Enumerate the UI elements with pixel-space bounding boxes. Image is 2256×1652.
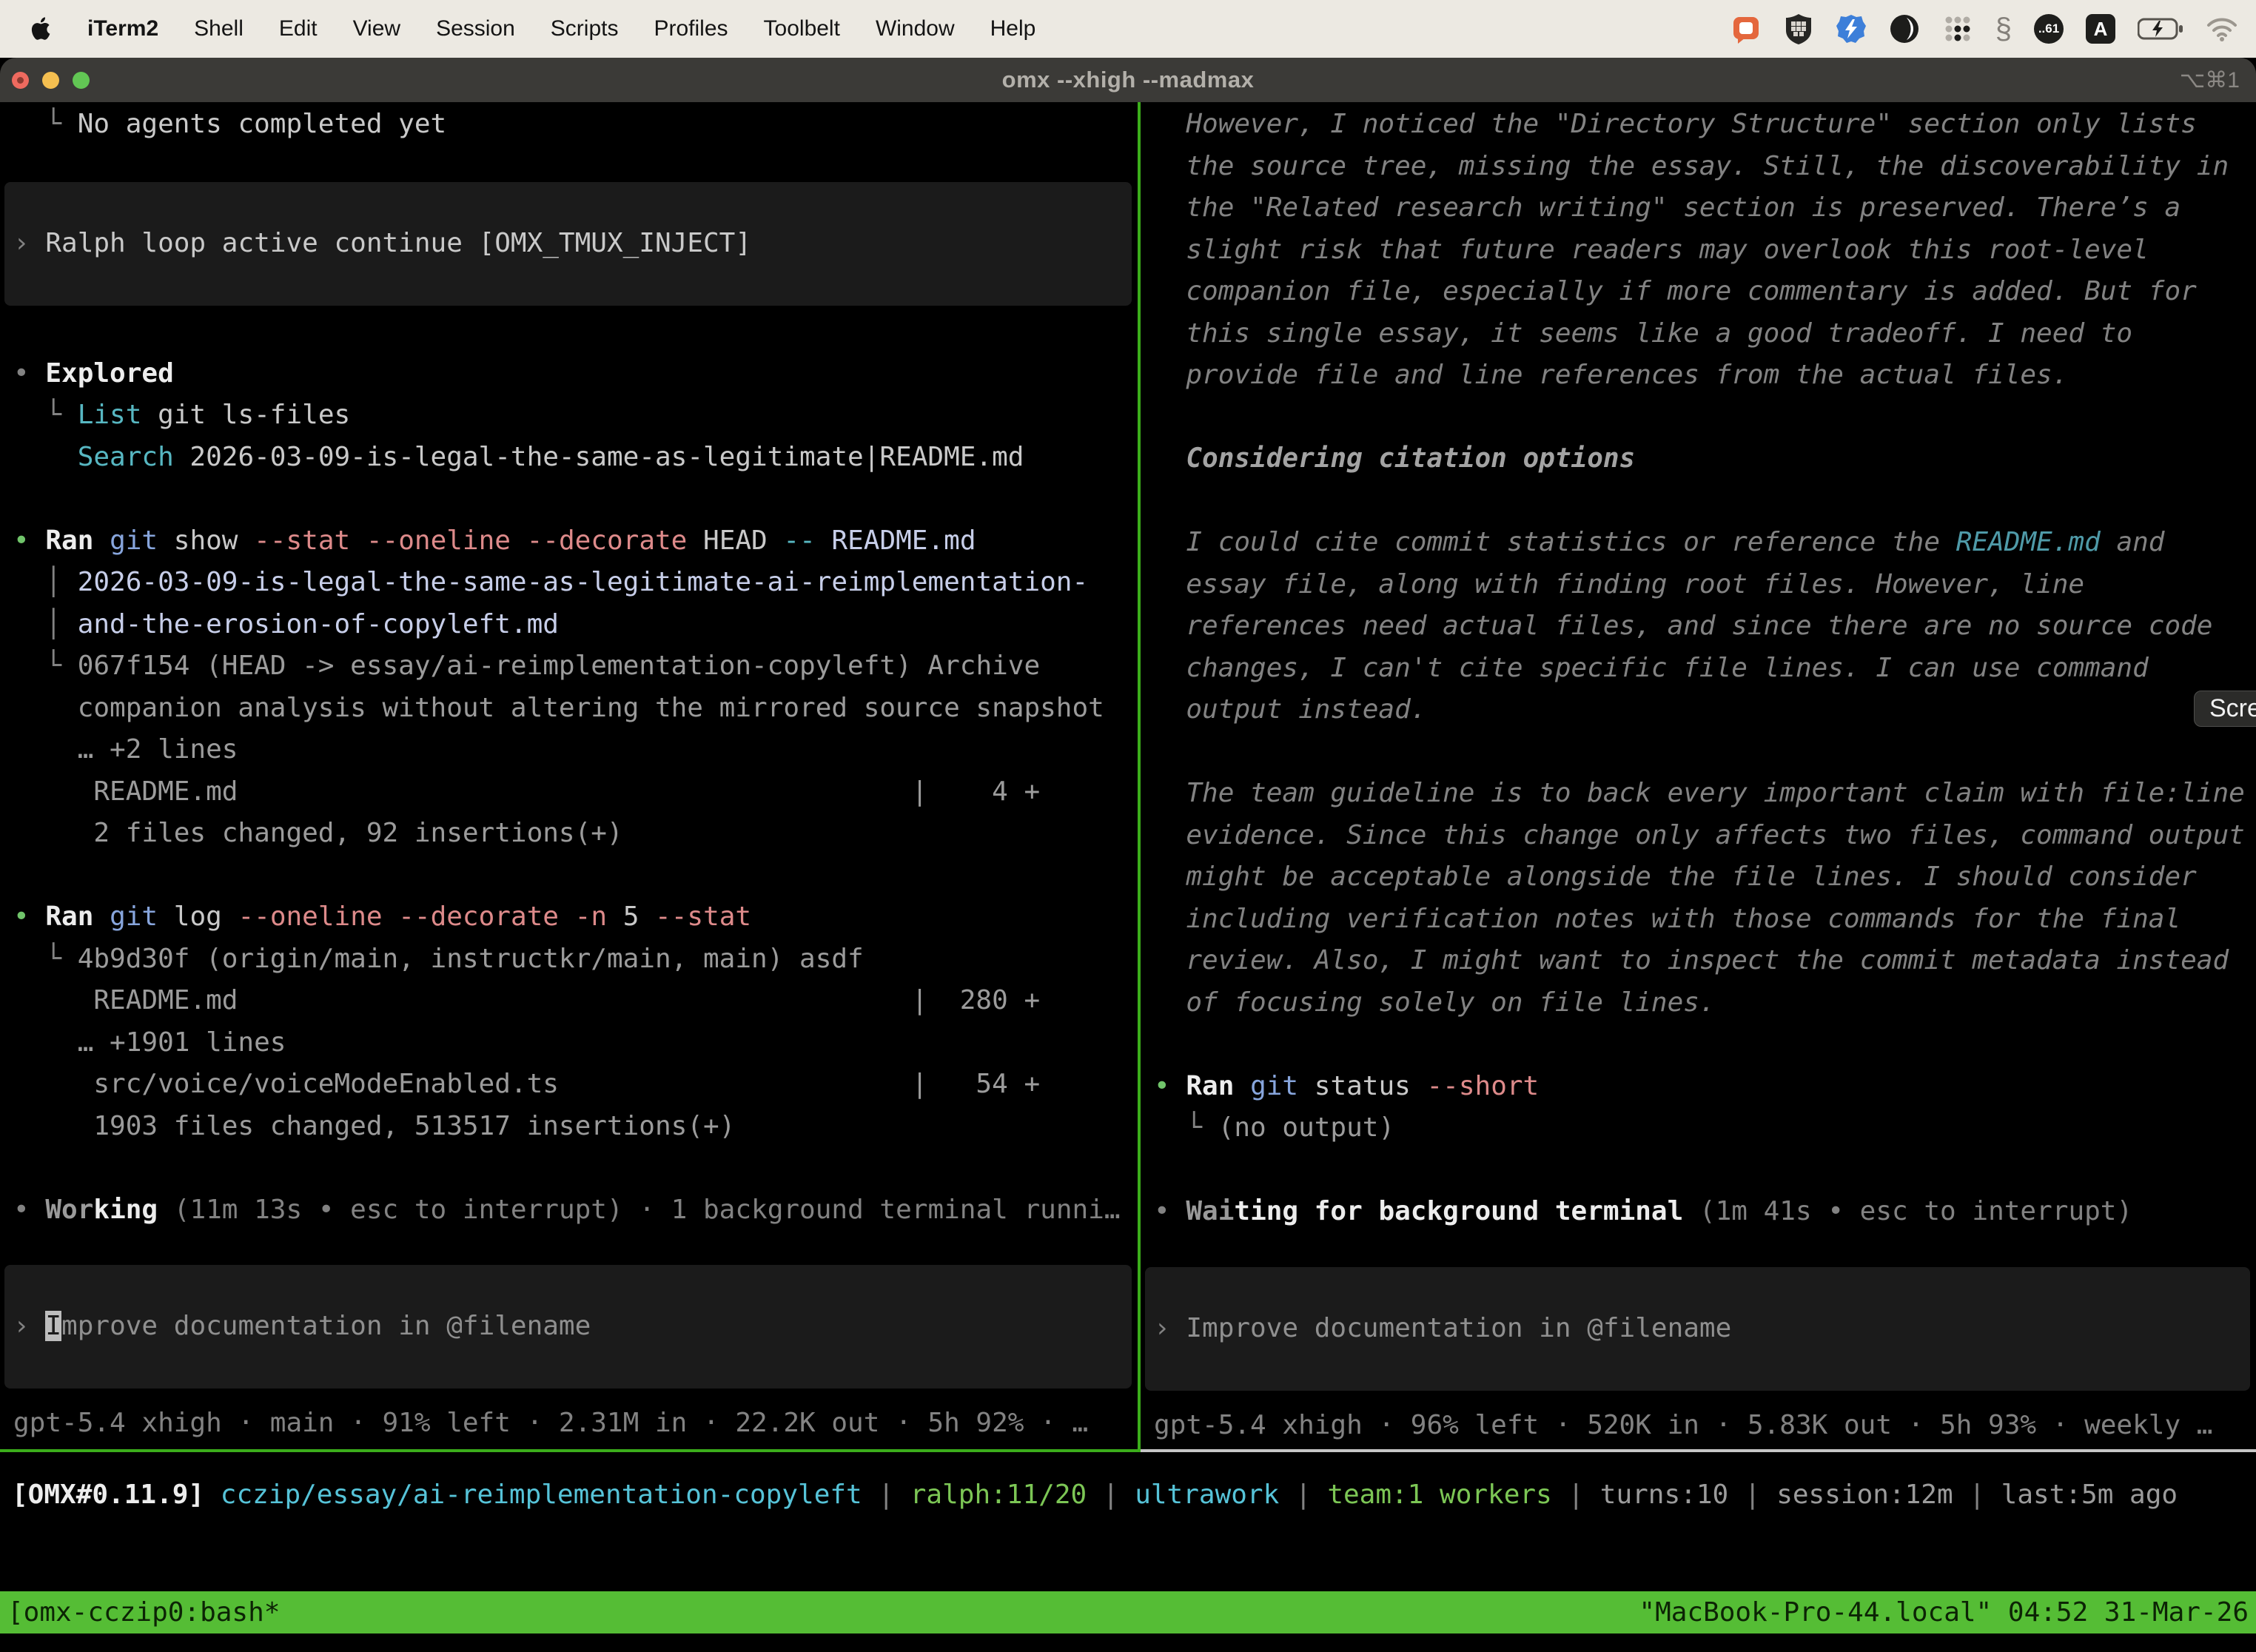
terminal-line: └ 067f154 (HEAD -> essay/ai-reimplementa… bbox=[0, 645, 1138, 688]
terminal-line: I could cite commit statistics or refere… bbox=[1141, 522, 2256, 564]
window-shortcut-badge: ⌥⌘1 bbox=[2180, 67, 2240, 93]
menu-item-edit[interactable]: Edit bbox=[279, 16, 318, 41]
tmux-session-label: [omx-cczip0:bash* bbox=[7, 1597, 280, 1628]
terminal-line: of focusing solely on file lines. bbox=[1141, 982, 2256, 1024]
terminal-pane-left[interactable]: └ No agents completed yet › Ralph loop ac… bbox=[0, 102, 1138, 1449]
terminal-pane-right[interactable]: However, I noticed the "Directory Struct… bbox=[1141, 102, 2256, 1449]
window-title: omx --xhigh --madmax bbox=[0, 67, 2256, 93]
terminal-line: output instead. bbox=[1141, 689, 2256, 731]
crescent-icon[interactable] bbox=[1889, 11, 1920, 47]
tmux-status-bar: [omx-cczip0:bash* "MacBook-Pro-44.local"… bbox=[0, 1591, 2256, 1633]
terminal-line: README.md | 280 + bbox=[0, 980, 1138, 1022]
input-box[interactable]: › Improve documentation in @filename bbox=[4, 1265, 1132, 1389]
terminal-line: provide file and line references from th… bbox=[1141, 355, 2256, 397]
terminal-line: └ 4b9d30f (origin/main, instructkr/main,… bbox=[0, 939, 1138, 981]
dots-grid-icon[interactable] bbox=[1942, 11, 1973, 47]
terminal-line: evidence. Since this change only affects… bbox=[1141, 815, 2256, 857]
terminal-line: the "Related research writing" section i… bbox=[1141, 187, 2256, 229]
screen-overlay-tooltip[interactable]: Scre bbox=[2194, 691, 2256, 727]
keyboard-a-icon[interactable]: A bbox=[2086, 14, 2115, 44]
terminal-line: review. Also, I might want to inspect th… bbox=[1141, 940, 2256, 982]
screen-share-icon[interactable] bbox=[1730, 11, 1762, 47]
terminal-line: 1903 files changed, 513517 insertions(+) bbox=[0, 1106, 1138, 1148]
shield-grid-icon[interactable] bbox=[1784, 11, 1813, 47]
terminal-line: • Working (11m 13s • esc to interrupt) ·… bbox=[0, 1189, 1138, 1232]
terminal-line: └ List git ls-files bbox=[0, 394, 1138, 437]
menu-item-shell[interactable]: Shell bbox=[194, 16, 244, 41]
iterm2-window: omx --xhigh --madmax ⌥⌘1 └ No agents com… bbox=[0, 58, 2256, 1652]
menu-bar-status-icons: § ..61 A bbox=[1730, 11, 2256, 47]
terminal-line: However, I noticed the "Directory Struct… bbox=[1141, 104, 2256, 146]
terminal-line: Considering citation options bbox=[1141, 438, 2256, 480]
terminal-line bbox=[1141, 1024, 2256, 1066]
terminal-line: 2 files changed, 92 insertions(+) bbox=[0, 813, 1138, 855]
terminal-line: gpt-5.4 xhigh · 96% left · 520K in · 5.8… bbox=[1141, 1405, 2256, 1447]
terminal-line: including verification notes with those … bbox=[1141, 899, 2256, 941]
tmux-host-clock-label: "MacBook-Pro-44.local" 04:52 31-Mar-26 bbox=[1639, 1597, 2249, 1628]
menu-bar: iTerm2 Shell Edit View Session Scripts Profile… bbox=[0, 0, 2256, 58]
terminal-line: The team guideline is to back every impo… bbox=[1141, 773, 2256, 815]
terminal-line: companion file, especially if more comme… bbox=[1141, 271, 2256, 313]
terminal-line: src/voice/voiceModeEnabled.ts | 54 + bbox=[0, 1064, 1138, 1106]
wifi-icon[interactable] bbox=[2206, 11, 2238, 47]
terminal-line: • Ran git status --short bbox=[1141, 1066, 2256, 1108]
terminal-line: the source tree, missing the essay. Stil… bbox=[1141, 146, 2256, 188]
menu-bar-left: iTerm2 Shell Edit View Session Scripts Profile… bbox=[0, 14, 1071, 44]
terminal-line bbox=[1141, 397, 2256, 439]
terminal-line bbox=[0, 1147, 1138, 1189]
squiggle-icon[interactable]: § bbox=[1995, 11, 2012, 47]
blue-bolt-icon[interactable] bbox=[1836, 11, 1867, 47]
terminal-line bbox=[0, 478, 1138, 520]
terminal-line: • Waiting for background terminal (1m 41… bbox=[1141, 1191, 2256, 1233]
menu-items: iTerm2 Shell Edit View Session Scripts Profile… bbox=[87, 16, 1071, 41]
terminal-line: • Ran git log --oneline --decorate -n 5 … bbox=[0, 896, 1138, 939]
terminal-line: │ 2026-03-09-is-legal-the-same-as-legiti… bbox=[0, 562, 1138, 604]
pane-divider-vertical[interactable] bbox=[1138, 102, 1141, 1449]
badge-61-icon[interactable]: ..61 bbox=[2034, 14, 2064, 44]
terminal-line bbox=[1141, 480, 2256, 523]
terminal-line: … +1901 lines bbox=[0, 1022, 1138, 1064]
battery-icon[interactable] bbox=[2138, 11, 2183, 47]
terminal-line: essay file, along with finding root file… bbox=[1141, 564, 2256, 606]
apple-menu-icon[interactable] bbox=[30, 14, 55, 44]
terminal-line: changes, I can't cite specific file line… bbox=[1141, 648, 2256, 690]
terminal-line: this single essay, it seems like a good … bbox=[1141, 313, 2256, 355]
terminal-line: references need actual files, and since … bbox=[1141, 605, 2256, 648]
window-title-bar[interactable]: omx --xhigh --madmax ⌥⌘1 bbox=[0, 58, 2256, 102]
menu-item-toolbelt[interactable]: Toolbelt bbox=[764, 16, 840, 41]
terminal-line: └ (no output) bbox=[1141, 1107, 2256, 1149]
terminal-line bbox=[1141, 731, 2256, 773]
terminal-line: • Ran git show --stat --oneline --decora… bbox=[0, 520, 1138, 563]
terminal-line bbox=[1141, 1149, 2256, 1192]
terminal-line: … +2 lines bbox=[0, 729, 1138, 771]
menu-item-session[interactable]: Session bbox=[436, 16, 515, 41]
terminal-line: Search 2026-03-09-is-legal-the-same-as-l… bbox=[0, 437, 1138, 479]
omx-status-line: [OMX#0.11.9] cczip/essay/ai-reimplementa… bbox=[0, 1452, 2256, 1591]
input-box[interactable]: › Improve documentation in @filename bbox=[1145, 1267, 2250, 1391]
terminal-line: • Explored bbox=[0, 353, 1138, 395]
terminal-line: README.md | 4 + bbox=[0, 771, 1138, 813]
terminal-line: └ No agents completed yet bbox=[0, 104, 1138, 146]
menu-item-view[interactable]: View bbox=[353, 16, 400, 41]
terminal-line: gpt-5.4 xhigh · main · 91% left · 2.31M … bbox=[0, 1403, 1138, 1445]
menu-item-profiles[interactable]: Profiles bbox=[654, 16, 728, 41]
terminal-line: might be acceptable alongside the file l… bbox=[1141, 856, 2256, 899]
input-box[interactable]: › Ralph loop active continue [OMX_TMUX_I… bbox=[4, 182, 1132, 306]
menu-item-scripts[interactable]: Scripts bbox=[551, 16, 619, 41]
menu-item-help[interactable]: Help bbox=[990, 16, 1036, 41]
menu-item-iterm2[interactable]: iTerm2 bbox=[87, 16, 158, 41]
terminal-line: slight risk that future readers may over… bbox=[1141, 229, 2256, 272]
terminal-line: companion analysis without altering the … bbox=[0, 688, 1138, 730]
terminal-line: │ and-the-erosion-of-copyleft.md bbox=[0, 604, 1138, 646]
menu-item-window[interactable]: Window bbox=[876, 16, 955, 41]
terminal-line bbox=[0, 855, 1138, 897]
screen-overlay-label: Scre bbox=[2209, 694, 2256, 723]
